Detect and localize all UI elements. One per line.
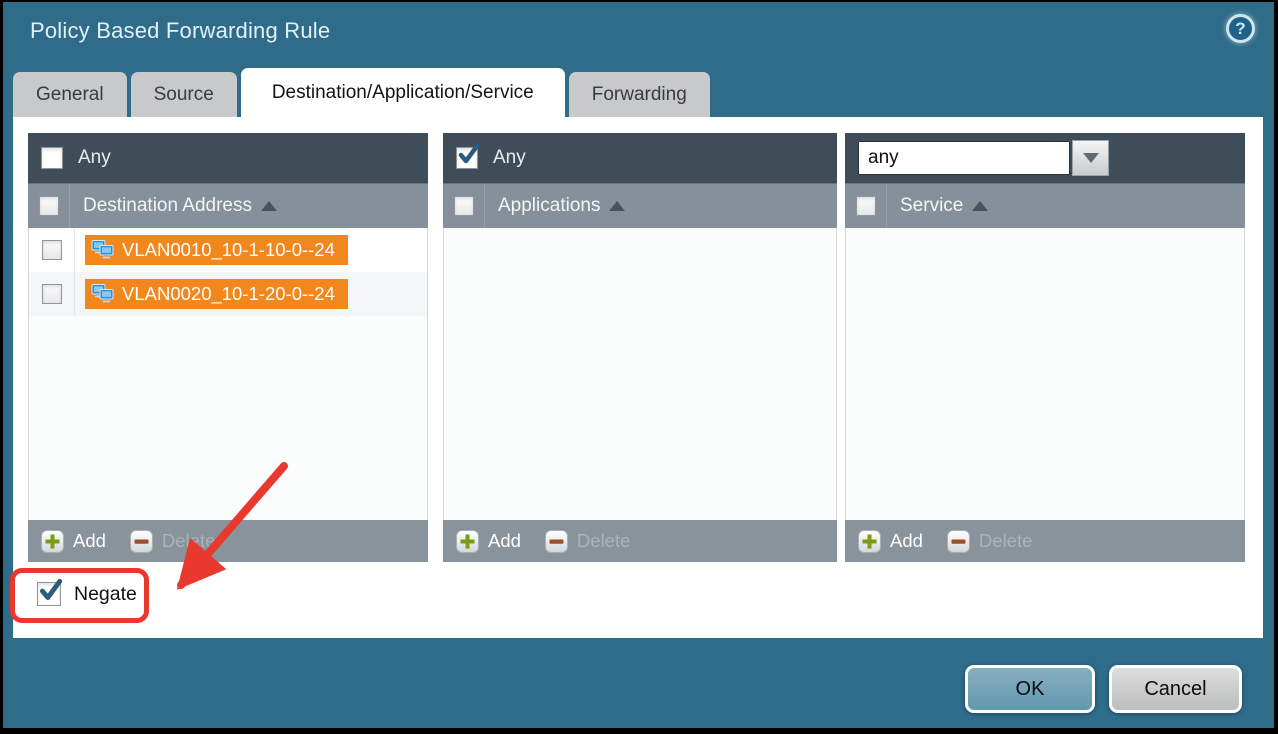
applications-add-button[interactable]: Add xyxy=(456,530,521,553)
add-icon xyxy=(456,530,479,553)
dropdown-arrow-button[interactable] xyxy=(1072,140,1109,176)
destination-select-all-checkbox[interactable] xyxy=(39,196,59,216)
destination-any-label: Any xyxy=(78,147,111,169)
destination-any-checkbox[interactable] xyxy=(41,147,63,169)
checkmark-icon xyxy=(456,142,480,166)
service-any-row: any xyxy=(845,133,1245,183)
delete-icon xyxy=(947,530,970,553)
negate-row: Negate xyxy=(37,582,137,606)
dialog-title: Policy Based Forwarding Rule xyxy=(30,18,330,44)
delete-button-label: Delete xyxy=(577,530,630,552)
applications-column: Any Applications Add Delete xyxy=(443,133,837,562)
chevron-down-icon xyxy=(1083,153,1099,163)
address-object-label: VLAN0020_10-1-20-0--24 xyxy=(122,283,335,305)
add-button-label: Add xyxy=(488,530,521,552)
address-object-chip[interactable]: VLAN0020_10-1-20-0--24 xyxy=(85,279,348,309)
negate-checkbox[interactable] xyxy=(37,582,61,606)
destination-action-bar: Add Delete xyxy=(28,520,428,562)
add-button-label: Add xyxy=(890,530,923,552)
applications-header-label: Applications xyxy=(498,195,600,217)
service-dropdown-value[interactable]: any xyxy=(858,141,1070,175)
service-delete-button[interactable]: Delete xyxy=(947,530,1032,553)
tab-content-panel: Any Destination Address VLAN0010_10-1-10… xyxy=(13,117,1263,638)
delete-icon xyxy=(545,530,568,553)
destination-header-label: Destination Address xyxy=(83,195,252,217)
cancel-button[interactable]: Cancel xyxy=(1109,665,1242,713)
destination-delete-button[interactable]: Delete xyxy=(130,530,215,553)
table-row[interactable]: VLAN0010_10-1-10-0--24 xyxy=(29,228,427,272)
add-button-label: Add xyxy=(73,530,106,552)
destination-add-button[interactable]: Add xyxy=(41,530,106,553)
applications-delete-button[interactable]: Delete xyxy=(545,530,630,553)
destination-address-column: Any Destination Address VLAN0010_10-1-10… xyxy=(28,133,428,562)
service-select-all-checkbox[interactable] xyxy=(856,196,876,216)
address-group-icon xyxy=(91,284,115,304)
service-add-button[interactable]: Add xyxy=(858,530,923,553)
sort-asc-icon[interactable] xyxy=(972,201,988,211)
applications-list xyxy=(443,228,837,520)
applications-any-label: Any xyxy=(493,147,526,169)
applications-column-header: Applications xyxy=(443,183,837,228)
delete-button-label: Delete xyxy=(979,530,1032,552)
checkmark-icon xyxy=(37,577,63,603)
address-object-label: VLAN0010_10-1-10-0--24 xyxy=(122,239,335,261)
tab-bar: General Source Destination/Application/S… xyxy=(13,68,710,117)
address-group-icon xyxy=(91,240,115,260)
row-checkbox[interactable] xyxy=(42,240,62,260)
tab-destination-application-service[interactable]: Destination/Application/Service xyxy=(241,68,565,117)
applications-any-checkbox[interactable] xyxy=(456,147,478,169)
service-column-header: Service xyxy=(845,183,1245,228)
service-dropdown[interactable]: any xyxy=(858,140,1109,176)
add-icon xyxy=(858,530,881,553)
tab-general[interactable]: General xyxy=(13,72,127,117)
table-row[interactable]: VLAN0020_10-1-20-0--24 xyxy=(29,272,427,316)
negate-label: Negate xyxy=(74,583,137,606)
applications-select-all-checkbox[interactable] xyxy=(454,196,474,216)
add-icon xyxy=(41,530,64,553)
service-action-bar: Add Delete xyxy=(845,520,1245,562)
policy-based-forwarding-dialog: Policy Based Forwarding Rule ? General S… xyxy=(3,2,1274,728)
destination-column-header: Destination Address xyxy=(28,183,428,228)
applications-any-row: Any xyxy=(443,133,837,183)
service-column: any Service Add xyxy=(845,133,1245,562)
service-list xyxy=(845,228,1245,520)
row-checkbox[interactable] xyxy=(42,284,62,304)
tab-forwarding[interactable]: Forwarding xyxy=(569,72,710,117)
tab-source[interactable]: Source xyxy=(131,72,237,117)
address-object-chip[interactable]: VLAN0010_10-1-10-0--24 xyxy=(85,235,348,265)
help-icon[interactable]: ? xyxy=(1226,14,1255,43)
delete-button-label: Delete xyxy=(162,530,215,552)
ok-button[interactable]: OK xyxy=(965,665,1095,713)
service-header-label: Service xyxy=(900,195,963,217)
destination-list: VLAN0010_10-1-10-0--24 VLAN0020_10-1-20-… xyxy=(28,228,428,520)
applications-action-bar: Add Delete xyxy=(443,520,837,562)
sort-asc-icon[interactable] xyxy=(261,201,277,211)
sort-asc-icon[interactable] xyxy=(609,201,625,211)
delete-icon xyxy=(130,530,153,553)
destination-any-row: Any xyxy=(28,133,428,183)
